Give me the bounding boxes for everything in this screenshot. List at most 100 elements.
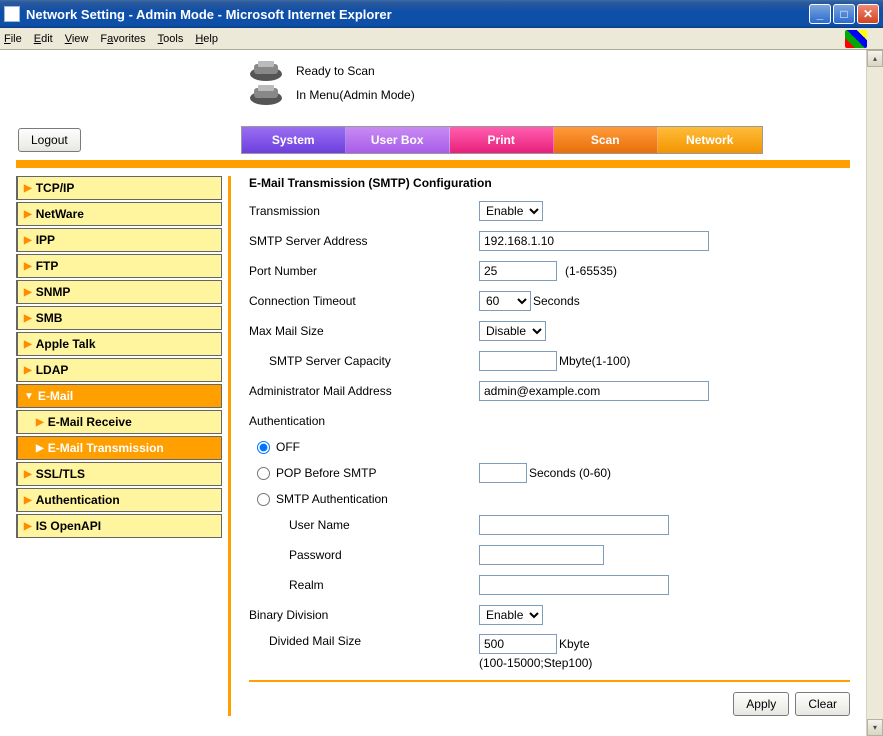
label-username: User Name <box>249 518 479 532</box>
timeout-hint: Seconds <box>533 294 580 308</box>
apply-button[interactable]: Apply <box>733 692 789 716</box>
sidebar-item-smb[interactable]: ▶SMB <box>16 306 222 330</box>
menu-tools[interactable]: Tools <box>158 33 184 45</box>
logout-button[interactable]: Logout <box>18 128 81 152</box>
ie-logo-icon <box>845 30 867 48</box>
capacity-hint: Mbyte(1-100) <box>559 354 630 368</box>
triangle-right-icon: ▶ <box>24 339 32 350</box>
sidebar-item-ipp[interactable]: ▶IPP <box>16 228 222 252</box>
sidebar-item-label: LDAP <box>36 363 69 377</box>
sidebar-item-email-transmission[interactable]: ▶ E-Mail Transmission <box>16 436 222 460</box>
orange-divider-bottom <box>249 680 850 682</box>
close-button[interactable]: ✕ <box>857 4 879 24</box>
label-authentication: Authentication <box>249 414 479 428</box>
smtp-capacity-input[interactable] <box>479 351 557 371</box>
sidebar: ▶TCP/IP ▶NetWare ▶IPP ▶FTP ▶SNMP ▶SMB ▶A… <box>16 176 231 716</box>
sidebar-item-ssl-tls[interactable]: ▶SSL/TLS <box>16 462 222 486</box>
max-mail-size-select[interactable]: Disable <box>479 321 546 341</box>
transmission-select[interactable]: Enable <box>479 201 543 221</box>
clear-button[interactable]: Clear <box>795 692 850 716</box>
menu-favorites[interactable]: Favorites <box>100 33 145 45</box>
tab-user-box[interactable]: User Box <box>346 127 450 153</box>
realm-input[interactable] <box>479 575 669 595</box>
sidebar-item-email[interactable]: ▼E-Mail <box>16 384 222 408</box>
port-input[interactable] <box>479 261 557 281</box>
sidebar-item-appletalk[interactable]: ▶ Apple Talk <box>16 332 222 356</box>
label-port: Port Number <box>249 264 479 278</box>
triangle-right-icon: ▶ <box>24 495 32 506</box>
password-input[interactable] <box>479 545 604 565</box>
window-titlebar: Network Setting - Admin Mode - Microsoft… <box>0 0 883 28</box>
connection-timeout-select[interactable]: 60 <box>479 291 531 311</box>
label-admin-mail: Administrator Mail Address <box>249 384 479 398</box>
sidebar-item-label: E-Mail Receive <box>48 415 132 429</box>
sidebar-item-snmp[interactable]: ▶ SNMP <box>16 280 222 304</box>
sidebar-item-label: Authentication <box>36 493 120 507</box>
divided-mail-size-input[interactable] <box>479 634 557 654</box>
label-divided-mail-size: Divided Mail Size <box>249 634 479 648</box>
scroll-up-icon[interactable]: ▴ <box>867 50 883 67</box>
label-smtp-server: SMTP Server Address <box>249 234 479 248</box>
sidebar-item-netware[interactable]: ▶NetWare <box>16 202 222 226</box>
auth-pop-label: POP Before SMTP <box>276 466 376 480</box>
status-area: Ready to Scan In Menu(Admin Mode) <box>246 54 850 126</box>
sidebar-item-label: E-Mail Transmission <box>48 441 164 455</box>
auth-off-radio[interactable] <box>257 441 270 454</box>
label-max-mail-size: Max Mail Size <box>249 324 479 338</box>
port-hint: (1-65535) <box>565 264 617 278</box>
vertical-scrollbar[interactable]: ▴ ▾ <box>866 50 883 736</box>
sidebar-item-label: SSL/TLS <box>36 467 85 481</box>
scrollbar-track[interactable] <box>867 67 883 719</box>
triangle-right-icon: ▶ <box>24 261 32 272</box>
scroll-down-icon[interactable]: ▾ <box>867 719 883 736</box>
status-line1: Ready to Scan <box>296 64 375 78</box>
triangle-right-icon: ▶ <box>24 287 32 298</box>
triangle-right-icon: ▶ <box>24 235 32 246</box>
admin-mail-input[interactable] <box>479 381 709 401</box>
auth-smtp-radio[interactable] <box>257 493 270 506</box>
config-panel: E-Mail Transmission (SMTP) Configuration… <box>231 176 850 716</box>
sidebar-item-authentication[interactable]: ▶ Authentication <box>16 488 222 512</box>
printer-icon <box>246 60 286 82</box>
tab-print[interactable]: Print <box>450 127 554 153</box>
triangle-right-icon: ▶ <box>24 183 32 194</box>
label-password: Password <box>249 548 479 562</box>
sidebar-item-ldap[interactable]: ▶ LDAP <box>16 358 222 382</box>
menu-help[interactable]: Help <box>195 33 218 45</box>
config-title: E-Mail Transmission (SMTP) Configuration <box>249 176 850 190</box>
minimize-button[interactable]: _ <box>809 4 831 24</box>
menu-bar: File Edit View Favorites Tools Help <box>0 28 883 50</box>
tab-system[interactable]: System <box>242 127 346 153</box>
label-binary-division: Binary Division <box>249 608 479 622</box>
auth-smtp-label: SMTP Authentication <box>276 492 388 506</box>
sidebar-item-ftp[interactable]: ▶ FTP <box>16 254 222 278</box>
sidebar-item-label: IS OpenAPI <box>36 519 101 533</box>
triangle-right-icon: ▶ <box>36 443 44 454</box>
window-title: Network Setting - Admin Mode - Microsoft… <box>26 7 392 22</box>
sidebar-item-label: SNMP <box>36 285 71 299</box>
sidebar-item-email-receive[interactable]: ▶E-Mail Receive <box>16 410 222 434</box>
username-input[interactable] <box>479 515 669 535</box>
sidebar-item-label: FTP <box>36 259 59 273</box>
sidebar-item-is-openapi[interactable]: ▶ IS OpenAPI <box>16 514 222 538</box>
triangle-down-icon: ▼ <box>24 391 34 402</box>
sidebar-item-label: Apple Talk <box>36 337 96 351</box>
triangle-right-icon: ▶ <box>24 521 32 532</box>
pop-seconds-hint: Seconds (0-60) <box>529 466 611 480</box>
menu-file[interactable]: File <box>4 33 22 45</box>
triangle-right-icon: ▶ <box>24 365 32 376</box>
maximize-button[interactable]: □ <box>833 4 855 24</box>
div-mail-range: (100-15000;Step100) <box>479 656 592 670</box>
pop-seconds-input[interactable] <box>479 463 527 483</box>
menu-view[interactable]: View <box>65 33 89 45</box>
sidebar-item-label: SMB <box>36 311 63 325</box>
window-buttons: _ □ ✕ <box>809 4 879 24</box>
tab-network[interactable]: Network <box>658 127 762 153</box>
menu-edit[interactable]: Edit <box>34 33 53 45</box>
smtp-server-input[interactable] <box>479 231 709 251</box>
auth-pop-radio[interactable] <box>257 467 270 480</box>
binary-division-select[interactable]: Enable <box>479 605 543 625</box>
tab-scan[interactable]: Scan <box>554 127 658 153</box>
label-realm: Realm <box>249 578 479 592</box>
sidebar-item-tcpip[interactable]: ▶TCP/IP <box>16 176 222 200</box>
